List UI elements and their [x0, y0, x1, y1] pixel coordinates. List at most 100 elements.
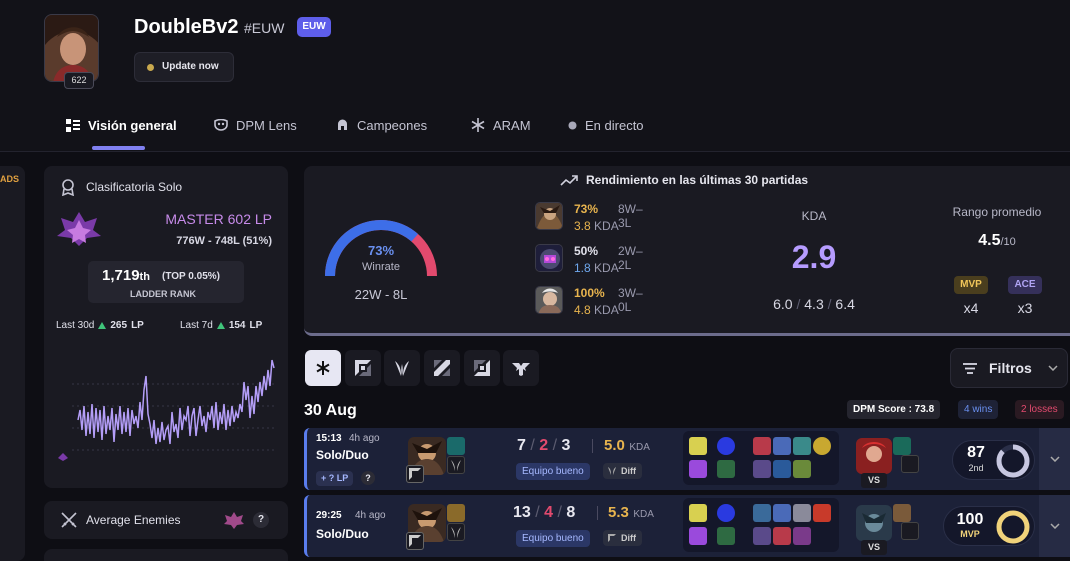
jungle-icon	[608, 467, 616, 475]
tab-label: Campeones	[357, 117, 428, 133]
helmet-icon	[338, 119, 347, 130]
left-panel-label: ADS	[0, 174, 20, 184]
jungle-icon	[395, 361, 409, 376]
lp-unit: LP	[249, 320, 263, 331]
up-arrow-icon	[98, 322, 107, 329]
expand-match-button[interactable]	[1039, 428, 1070, 490]
lp-last-7d: Last 7d 154 LP	[180, 320, 262, 331]
item-slot-icon	[753, 437, 771, 455]
tab-overview[interactable]: Visión general	[66, 116, 177, 134]
item-slot-icon	[813, 504, 831, 522]
update-button[interactable]: Update now	[134, 52, 234, 82]
winrate-label: Winrate	[362, 261, 400, 273]
ranked-solo-panel: Clasificatoria Solo MASTER 602 LP 776W -…	[44, 166, 288, 488]
match-queue: Solo/Duo	[316, 448, 369, 462]
match-deaths: 4	[544, 504, 554, 521]
region-badge: EUW	[297, 17, 331, 37]
list-icon	[66, 118, 80, 132]
tab-aram[interactable]: ARAM	[471, 116, 531, 134]
item-slot-icon	[753, 460, 771, 478]
role-badge-top-icon	[406, 532, 424, 550]
champion-kda: 3.8 KDA	[574, 219, 619, 233]
build-panel	[683, 431, 839, 485]
match-score: 100	[956, 511, 984, 528]
winrate-percent: 73%	[367, 243, 395, 258]
champion-kda-value: 1.8	[574, 261, 591, 275]
tab-live[interactable]: En directo	[568, 116, 644, 134]
trinket-icon	[813, 437, 831, 455]
avg-rank: 4.5/10	[952, 232, 1042, 250]
lp-unit: LP	[131, 320, 144, 331]
match-queue: Solo/Duo	[316, 527, 369, 541]
item-slot-icon	[793, 437, 811, 455]
score-ring	[996, 444, 1030, 478]
champion-winrate: 50%	[574, 244, 599, 258]
build-panel	[683, 498, 839, 552]
match-row[interactable]: 15:13 4h ago Solo/Duo + ? LP ? 7 / 2 / 3…	[304, 428, 1070, 490]
filter-lines-icon	[963, 362, 977, 374]
champion-kda-value: 4.8	[574, 303, 591, 317]
asterisk-icon	[316, 361, 330, 375]
match-time-ago: 4h ago	[349, 433, 380, 444]
summoner-tag: #EUW	[244, 20, 285, 36]
item-slot-icon	[793, 460, 811, 478]
ranked-title: Clasificatoria Solo	[86, 180, 183, 194]
champion-winrate: 73%	[574, 202, 599, 216]
match-deaths: 2	[539, 437, 549, 454]
divider	[597, 506, 598, 520]
filters-dropdown[interactable]: Filtros	[950, 348, 1068, 388]
match-score-panel: 100 MVP	[943, 506, 1035, 546]
match-score: 87	[967, 444, 985, 461]
filter-support[interactable]	[503, 350, 539, 386]
kda-ratio-label: KDA	[629, 442, 650, 453]
kda-title: KDA	[801, 209, 827, 223]
match-kda: 13 / 4 / 8	[513, 504, 576, 521]
left-panel-next	[44, 549, 288, 561]
filter-mid[interactable]	[424, 350, 460, 386]
filters-label: Filtros	[989, 360, 1032, 376]
tab-champions[interactable]: Campeones	[336, 116, 427, 134]
match-kills: 7	[517, 437, 526, 454]
match-kda: 7 / 2 / 3	[517, 437, 571, 454]
match-row[interactable]: 29:25 4h ago Solo/Duo 13 / 4 / 8 5.3 KDA…	[304, 495, 1070, 557]
help-icon[interactable]: ?	[253, 512, 269, 528]
ace-badge: ACE	[1008, 276, 1042, 294]
item-slot-icon	[793, 527, 811, 545]
kda-separator: /	[796, 296, 801, 312]
ladder-top-percent: (TOP 0.05%)	[162, 271, 220, 282]
average-enemies-panel[interactable]: Average Enemies ?	[44, 501, 288, 539]
filter-top[interactable]	[345, 350, 381, 386]
tab-dpm-lens[interactable]: DPM Lens	[214, 116, 297, 134]
dpm-score-badge: DPM Score : 73.8	[847, 400, 941, 419]
performance-header: Rendimiento en las últimas 30 partidas	[560, 173, 808, 187]
vs-badge: VS	[861, 473, 887, 488]
champion-kda-label: KDA	[594, 219, 619, 233]
ladder-position-suffix: th	[139, 271, 150, 283]
kda-ratio-value: 5.3	[608, 504, 629, 521]
item-slot-icon	[773, 460, 791, 478]
kda-assists: 6.4	[835, 296, 855, 312]
mvp-count: x4	[963, 300, 979, 316]
filter-jungle[interactable]	[384, 350, 420, 386]
kda-deaths: 4.3	[804, 296, 824, 312]
filter-bot[interactable]	[464, 350, 500, 386]
mvp-badge: MVP	[954, 276, 988, 294]
help-icon[interactable]: ?	[361, 471, 375, 485]
master-emblem-icon	[224, 512, 244, 529]
keystone-rune-icon	[717, 504, 735, 522]
lane-diff-label: Diff	[621, 466, 636, 476]
team-quality-badge: Equipo bueno	[516, 530, 590, 547]
match-assists: 3	[561, 437, 571, 454]
kda-breakdown: 6.0 / 4.3 / 6.4	[749, 296, 879, 312]
lp-history-chart	[58, 359, 275, 461]
mask-icon	[214, 119, 228, 131]
lp-period-label: Last 30d	[56, 320, 95, 331]
champion-winrate: 100%	[574, 286, 605, 300]
tab-label: DPM Lens	[236, 117, 297, 133]
expand-match-button[interactable]	[1039, 495, 1070, 557]
crossed-swords-icon	[61, 512, 77, 528]
filter-all-roles[interactable]	[305, 350, 341, 386]
tier-marker-icon	[58, 453, 68, 461]
mid-lane-icon	[434, 360, 450, 376]
performance-panel: Rendimiento en las últimas 30 partidas 7…	[304, 166, 1070, 336]
